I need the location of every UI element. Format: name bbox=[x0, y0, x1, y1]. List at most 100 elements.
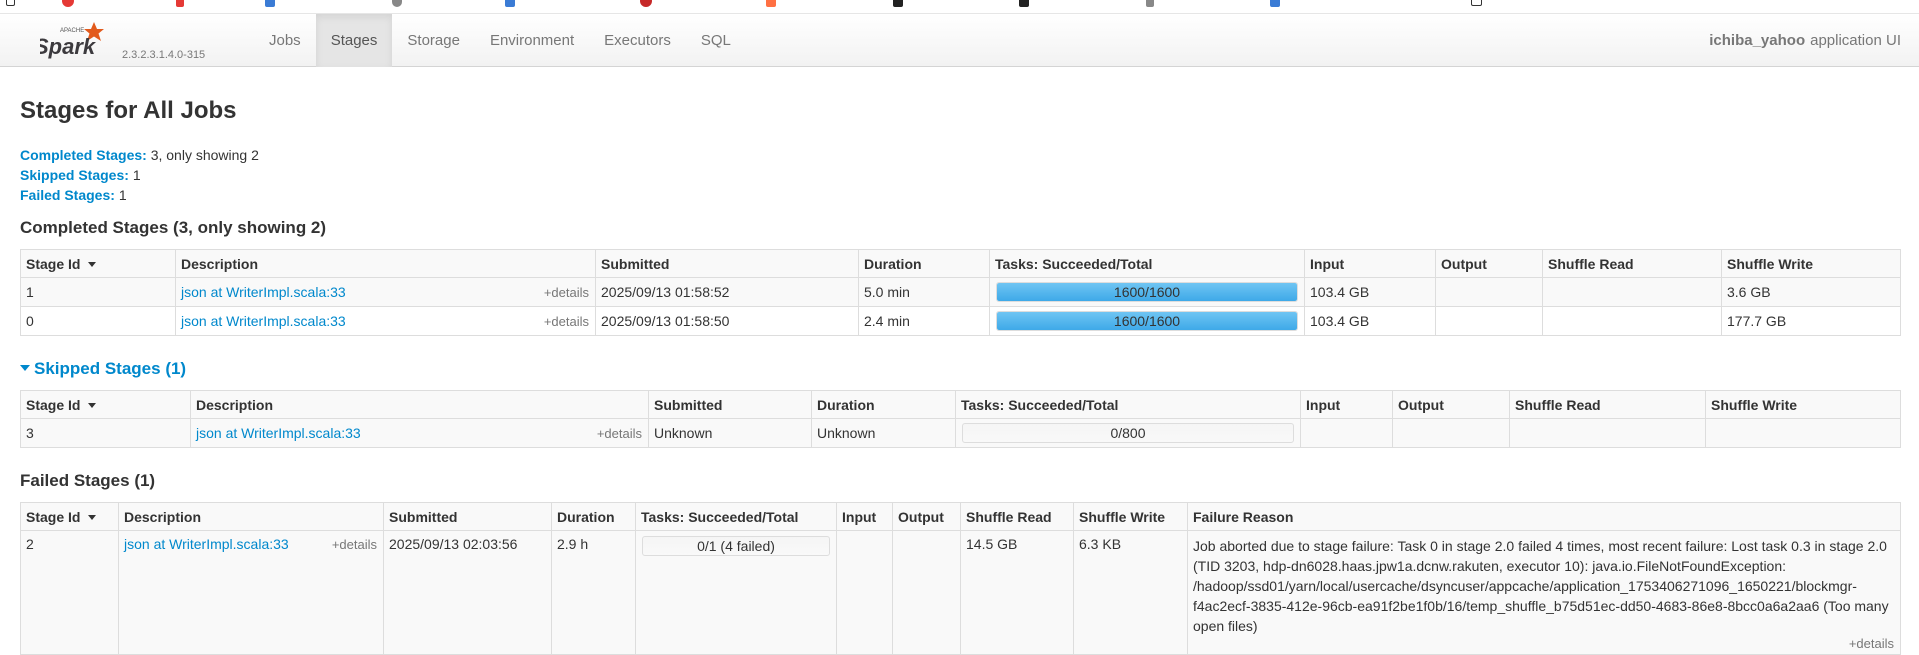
spark-logo[interactable]: APACHE Spark 2.3.2.3.1.4.0-315 bbox=[40, 18, 205, 64]
column-header-submitted[interactable]: Submitted bbox=[595, 249, 859, 278]
column-header-tasks[interactable]: Tasks: Succeeded/Total bbox=[989, 249, 1305, 278]
summary-skipped: Skipped Stages: 1 bbox=[20, 165, 1899, 185]
column-header-output[interactable]: Output bbox=[892, 502, 961, 531]
column-header-stage-id[interactable]: Stage Id bbox=[20, 502, 119, 531]
tasks-cell: 1600/1600 bbox=[989, 277, 1305, 307]
stage-id: 0 bbox=[20, 306, 176, 336]
shuffle-write: 177.7 GB bbox=[1721, 306, 1901, 336]
skipped-stages-link[interactable]: Skipped Stages: bbox=[20, 167, 129, 183]
bookmark-icon[interactable] bbox=[62, 0, 74, 7]
column-header-submitted[interactable]: Submitted bbox=[648, 390, 812, 419]
table-header-row: Stage Id Description Submitted Duration … bbox=[20, 249, 1901, 278]
details-toggle[interactable]: +details bbox=[332, 537, 377, 552]
stage-description-link[interactable]: json at WriterImpl.scala:33 bbox=[124, 536, 289, 552]
column-header-shuffle-read[interactable]: Shuffle Read bbox=[1542, 249, 1722, 278]
bookmark-icon[interactable] bbox=[1146, 0, 1154, 7]
failure-reason-text: Job aborted due to stage failure: Task 0… bbox=[1193, 538, 1889, 634]
column-header-duration[interactable]: Duration bbox=[551, 502, 636, 531]
tasks-cell: 1600/1600 bbox=[989, 306, 1305, 336]
submitted-time: 2025/09/13 01:58:50 bbox=[595, 306, 859, 336]
summary-completed: Completed Stages: 3, only showing 2 bbox=[20, 145, 1899, 165]
page-title: Stages for All Jobs bbox=[20, 97, 237, 124]
bookmark-icon[interactable] bbox=[640, 0, 652, 7]
completed-stages-heading: Completed Stages (3, only showing 2) bbox=[20, 218, 327, 237]
column-header-tasks[interactable]: Tasks: Succeeded/Total bbox=[955, 390, 1301, 419]
table-row: 3 json at WriterImpl.scala:33 +details U… bbox=[20, 418, 1901, 448]
failed-stages-count: 1 bbox=[118, 187, 127, 203]
column-header-input[interactable]: Input bbox=[1304, 249, 1436, 278]
completed-stages-link[interactable]: Completed Stages: bbox=[20, 147, 147, 163]
stage-id: 3 bbox=[20, 418, 191, 448]
skipped-stages-heading: Skipped Stages (1) bbox=[34, 359, 187, 378]
duration: 2.9 h bbox=[551, 530, 636, 655]
column-header-description[interactable]: Description bbox=[118, 502, 384, 531]
column-header-shuffle-write[interactable]: Shuffle Write bbox=[1721, 249, 1901, 278]
spark-logo-icon: APACHE Spark bbox=[40, 22, 104, 59]
output-size bbox=[1392, 418, 1510, 448]
column-header-tasks[interactable]: Tasks: Succeeded/Total bbox=[635, 502, 837, 531]
column-header-shuffle-write[interactable]: Shuffle Write bbox=[1705, 390, 1901, 419]
top-navbar: APACHE Spark 2.3.2.3.1.4.0-315 Jobs Stag… bbox=[0, 14, 1919, 67]
details-toggle[interactable]: +details bbox=[544, 314, 589, 329]
collapse-caret-icon bbox=[20, 365, 30, 372]
column-header-shuffle-read[interactable]: Shuffle Read bbox=[1509, 390, 1706, 419]
input-size: 103.4 GB bbox=[1304, 277, 1436, 307]
bookmark-icon[interactable] bbox=[1019, 0, 1029, 7]
column-header-duration[interactable]: Duration bbox=[858, 249, 990, 278]
column-header-description[interactable]: Description bbox=[190, 390, 649, 419]
duration: 2.4 min bbox=[858, 306, 990, 336]
description-cell: json at WriterImpl.scala:33 +details bbox=[190, 418, 649, 448]
details-toggle[interactable]: +details bbox=[544, 285, 589, 300]
app-title-suffix: application UI bbox=[1810, 32, 1901, 49]
completed-stages-table: Stage Id Description Submitted Duration … bbox=[20, 249, 1901, 336]
tasks-progress-bar: 0/1 (4 failed) bbox=[642, 536, 830, 556]
tasks-count: 0/800 bbox=[1110, 425, 1146, 441]
column-header-duration[interactable]: Duration bbox=[811, 390, 956, 419]
column-header-stage-id[interactable]: Stage Id bbox=[20, 390, 191, 419]
summary-failed: Failed Stages: 1 bbox=[20, 185, 1899, 205]
input-size bbox=[836, 530, 893, 655]
sort-desc-icon bbox=[88, 403, 97, 409]
shuffle-read: 14.5 GB bbox=[960, 530, 1074, 655]
column-header-output[interactable]: Output bbox=[1392, 390, 1510, 419]
column-header-input[interactable]: Input bbox=[1300, 390, 1393, 419]
column-header-shuffle-write[interactable]: Shuffle Write bbox=[1073, 502, 1188, 531]
failure-details-toggle[interactable]: +details bbox=[1849, 636, 1894, 651]
nav-storage[interactable]: Storage bbox=[392, 14, 475, 67]
column-header-description[interactable]: Description bbox=[175, 249, 596, 278]
nav-sql[interactable]: SQL bbox=[686, 14, 746, 67]
column-header-stage-id[interactable]: Stage Id bbox=[20, 249, 176, 278]
bookmark-icon[interactable] bbox=[1471, 0, 1482, 6]
column-header-shuffle-read[interactable]: Shuffle Read bbox=[960, 502, 1074, 531]
bookmark-icon[interactable] bbox=[1270, 0, 1280, 7]
stage-summary: Completed Stages: 3, only showing 2 Skip… bbox=[20, 145, 1899, 205]
bookmark-icon[interactable] bbox=[766, 0, 776, 7]
duration: Unknown bbox=[811, 418, 956, 448]
stage-description-link[interactable]: json at WriterImpl.scala:33 bbox=[181, 313, 346, 329]
column-header-submitted[interactable]: Submitted bbox=[383, 502, 552, 531]
nav-environment[interactable]: Environment bbox=[475, 14, 589, 67]
skipped-stages-toggle[interactable]: Skipped Stages (1) bbox=[20, 358, 1899, 380]
bookmark-icon[interactable] bbox=[6, 0, 15, 6]
bookmark-icon[interactable] bbox=[893, 0, 903, 7]
bookmark-icon[interactable] bbox=[392, 0, 402, 7]
failed-stages-link[interactable]: Failed Stages: bbox=[20, 187, 115, 203]
main-nav: Jobs Stages Storage Environment Executor… bbox=[254, 14, 746, 67]
output-size bbox=[892, 530, 961, 655]
details-toggle[interactable]: +details bbox=[597, 426, 642, 441]
nav-jobs[interactable]: Jobs bbox=[254, 14, 316, 67]
stage-description-link[interactable]: json at WriterImpl.scala:33 bbox=[196, 425, 361, 441]
table-header-row: Stage Id Description Submitted Duration … bbox=[20, 390, 1901, 419]
shuffle-write bbox=[1705, 418, 1901, 448]
bookmark-icon[interactable] bbox=[176, 0, 184, 7]
nav-executors[interactable]: Executors bbox=[589, 14, 686, 67]
bookmark-icon[interactable] bbox=[505, 0, 515, 7]
bookmark-icon[interactable] bbox=[265, 0, 275, 7]
table-row: 0 json at WriterImpl.scala:33 +details 2… bbox=[20, 306, 1901, 336]
column-header-input[interactable]: Input bbox=[836, 502, 893, 531]
stage-description-link[interactable]: json at WriterImpl.scala:33 bbox=[181, 284, 346, 300]
stage-id: 1 bbox=[20, 277, 176, 307]
column-header-output[interactable]: Output bbox=[1435, 249, 1543, 278]
nav-stages[interactable]: Stages bbox=[315, 14, 393, 67]
column-header-failure-reason[interactable]: Failure Reason bbox=[1187, 502, 1901, 531]
